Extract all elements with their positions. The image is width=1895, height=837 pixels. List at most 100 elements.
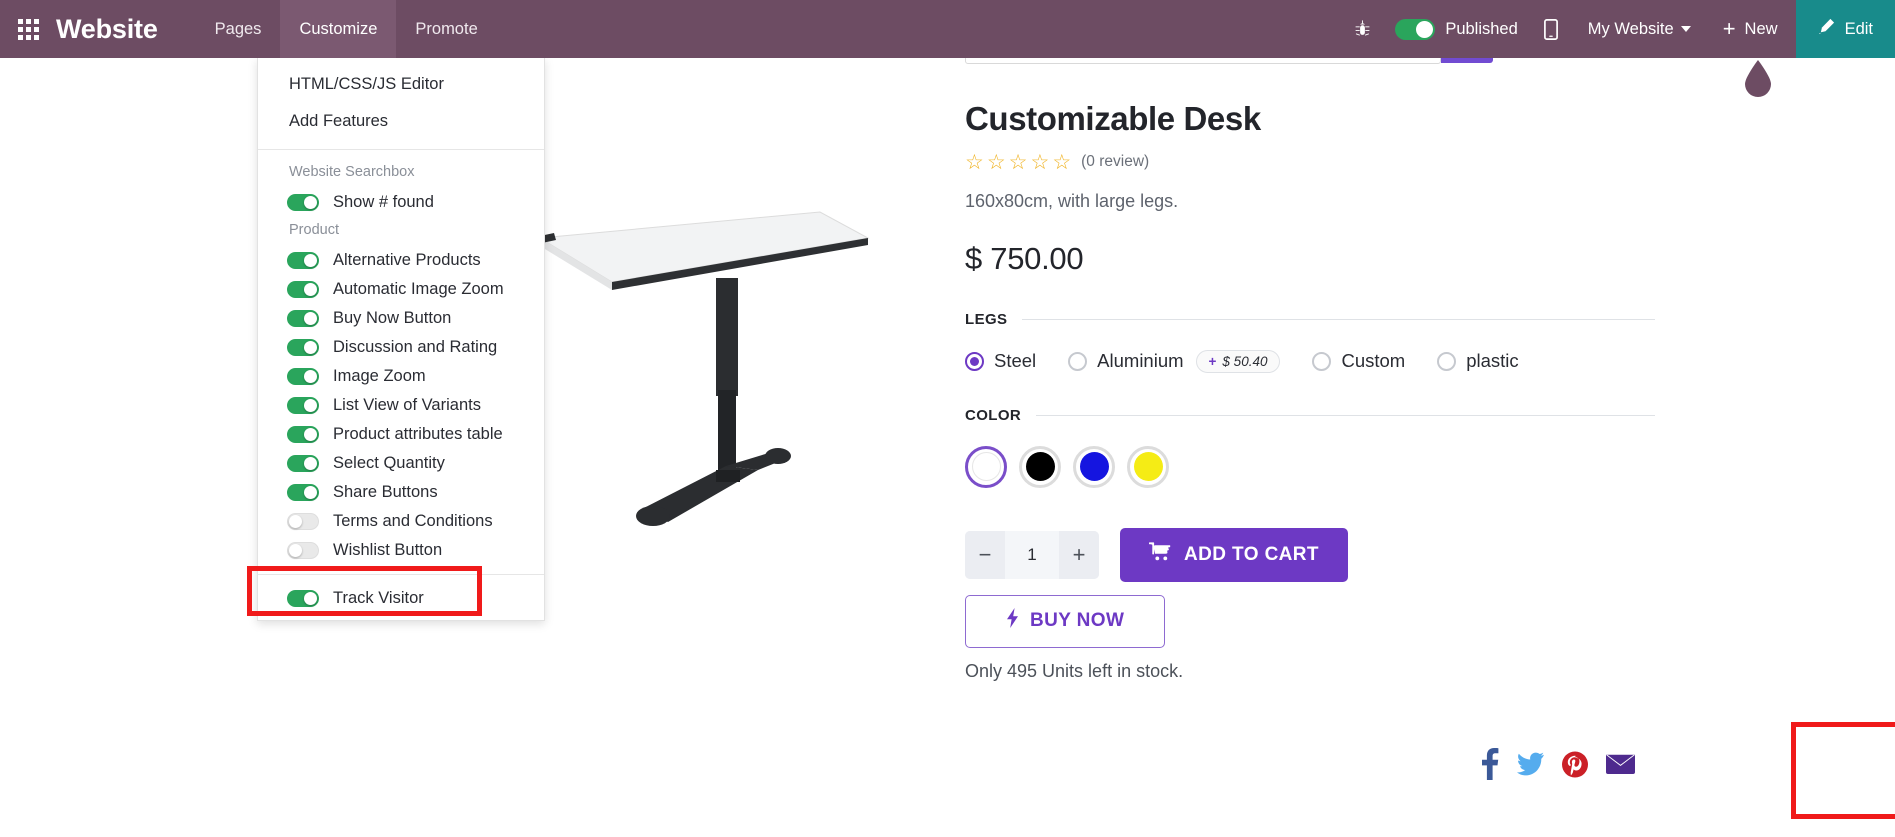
price-extra-aluminium: + $ 50.40 xyxy=(1195,349,1281,373)
menu-toggle-label: Terms and Conditions xyxy=(333,512,493,530)
menu-toggle-wishlist-button[interactable]: Wishlist Button xyxy=(258,536,544,565)
toggle-switch[interactable] xyxy=(287,281,319,298)
toggle-switch[interactable] xyxy=(287,339,319,356)
pinterest-icon[interactable] xyxy=(1562,751,1588,778)
quantity-increase-button[interactable]: + xyxy=(1059,530,1099,579)
radio-indicator[interactable] xyxy=(965,351,984,371)
star-rating[interactable]: ☆ ☆ ☆ ☆ ☆ xyxy=(965,152,1071,173)
facebook-icon[interactable] xyxy=(1480,748,1499,780)
page-title: Customizable Desk xyxy=(965,100,1261,137)
toggle-switch[interactable] xyxy=(287,252,319,269)
toggle-switch[interactable] xyxy=(287,513,319,530)
divider xyxy=(1022,318,1655,320)
radio-label: plastic xyxy=(1466,350,1519,372)
menu-toggle-buy-now-button[interactable]: Buy Now Button xyxy=(258,304,544,333)
menu-toggle-select-quantity[interactable]: Select Quantity xyxy=(258,449,544,478)
color-swatch-black[interactable] xyxy=(1019,445,1061,488)
email-icon[interactable] xyxy=(1606,752,1635,776)
menu-toggle-list-view-of-variants[interactable]: List View of Variants xyxy=(258,391,544,420)
menu-toggle-product-attributes-table[interactable]: Product attributes table xyxy=(258,420,544,449)
quantity-stepper[interactable]: − + xyxy=(965,530,1099,579)
mobile-preview-icon[interactable] xyxy=(1528,0,1574,58)
star-icon[interactable]: ☆ xyxy=(1052,152,1071,173)
menu-item-html-css-js-editor[interactable]: HTML/CSS/JS Editor xyxy=(258,66,544,103)
menu-toggle-image-zoom[interactable]: Image Zoom xyxy=(258,362,544,391)
star-icon[interactable]: ☆ xyxy=(1030,152,1049,173)
menu-divider-1 xyxy=(258,149,544,150)
menu-toggle-label: Automatic Image Zoom xyxy=(333,280,504,298)
toggle-switch[interactable] xyxy=(287,426,319,443)
menu-toggle-track-visitor[interactable]: Track Visitor xyxy=(258,584,544,620)
product-subtitle: 160x80cm, with large legs. xyxy=(965,190,1179,211)
menu-toggle-show-found[interactable]: Show # found xyxy=(258,188,544,217)
radio-indicator[interactable] xyxy=(1312,351,1332,371)
apps-grid-icon[interactable] xyxy=(0,0,56,58)
menu-toggle-label: Alternative Products xyxy=(333,251,481,269)
radio-option-custom[interactable]: Custom xyxy=(1312,350,1405,372)
toggle-switch[interactable] xyxy=(287,484,319,501)
color-swatch-blue[interactable] xyxy=(1073,445,1115,488)
toggle-switch[interactable] xyxy=(287,310,319,327)
toggle-switch[interactable] xyxy=(287,590,319,607)
toggle-switch[interactable] xyxy=(287,397,319,414)
star-icon[interactable]: ☆ xyxy=(1009,152,1028,173)
color-swatch-yellow[interactable] xyxy=(1127,445,1169,488)
edit-button[interactable]: Edit xyxy=(1795,0,1895,58)
menu-toggle-label: Discussion and Rating xyxy=(333,338,498,356)
my-website-label: My Website xyxy=(1587,19,1674,38)
new-label: New xyxy=(1744,19,1778,38)
radio-option-steel[interactable]: Steel xyxy=(965,350,1036,372)
review-count[interactable]: (0 review) xyxy=(1081,153,1149,171)
chevron-down-icon xyxy=(1680,26,1691,32)
quantity-input[interactable] xyxy=(1005,530,1059,579)
customize-dropdown-menu: HTML/CSS/JS Editor Add Features Website … xyxy=(257,58,545,621)
quantity-decrease-button[interactable]: − xyxy=(965,530,1005,579)
product-image-customizable-desk[interactable] xyxy=(520,170,940,570)
color-swatch-white[interactable] xyxy=(965,445,1007,488)
radio-option-plastic[interactable]: plastic xyxy=(1437,350,1519,372)
bug-icon[interactable] xyxy=(1340,0,1385,58)
nav-item-pages[interactable]: Pages xyxy=(196,0,281,58)
toggle-switch[interactable] xyxy=(287,368,319,385)
radio-indicator[interactable] xyxy=(1068,351,1088,371)
radio-label: Aluminium xyxy=(1097,350,1184,372)
radio-indicator[interactable] xyxy=(1437,351,1457,371)
menu-toggle-automatic-image-zoom[interactable]: Automatic Image Zoom xyxy=(258,275,544,304)
attribute-header-legs: LEGS xyxy=(965,311,1655,328)
menu-item-add-features[interactable]: Add Features xyxy=(258,103,544,140)
radio-label: Custom xyxy=(1341,350,1406,372)
publish-toggle[interactable]: Published xyxy=(1385,0,1527,58)
nav-item-promote[interactable]: Promote xyxy=(396,0,496,58)
menu-toggle-discussion-and-rating[interactable]: Discussion and Rating xyxy=(258,333,544,362)
attribute-name: LEGS xyxy=(965,310,1008,328)
buy-now-label: BUY NOW xyxy=(1030,610,1125,632)
star-icon[interactable]: ☆ xyxy=(965,152,984,173)
menu-toggle-label: Track Visitor xyxy=(333,589,424,607)
stock-status-text: Only 495 Units left in stock. xyxy=(965,660,1184,681)
menu-toggle-terms-and-conditions[interactable]: Terms and Conditions xyxy=(258,507,544,536)
app-brand-website[interactable]: Website xyxy=(56,14,196,45)
edit-label: Edit xyxy=(1844,19,1873,38)
plus-sign: + xyxy=(1208,353,1217,369)
new-button[interactable]: + New xyxy=(1705,0,1796,58)
radio-option-aluminium[interactable]: Aluminium xyxy=(1068,350,1184,372)
menu-toggle-label: Show # found xyxy=(333,193,434,211)
menu-divider-2 xyxy=(258,574,544,575)
toggle-switch[interactable] xyxy=(287,542,319,559)
menu-toggle-label: List View of Variants xyxy=(333,396,481,414)
toggle-switch[interactable] xyxy=(287,455,319,472)
toggle-switch[interactable] xyxy=(287,194,319,211)
my-website-dropdown[interactable]: My Website xyxy=(1574,0,1705,58)
social-share-buttons xyxy=(1480,748,1635,780)
menu-toggle-alternative-products[interactable]: Alternative Products xyxy=(258,246,544,275)
publish-label: Published xyxy=(1445,19,1518,38)
star-icon[interactable]: ☆ xyxy=(987,152,1006,173)
nav-item-customize[interactable]: Customize xyxy=(280,0,397,58)
add-to-cart-button[interactable]: ADD TO CART xyxy=(1120,527,1348,582)
shopping-cart-icon xyxy=(1149,542,1171,567)
buy-now-button[interactable]: BUY NOW xyxy=(965,594,1166,648)
menu-toggle-share-buttons[interactable]: Share Buttons xyxy=(258,478,544,507)
publish-switch[interactable] xyxy=(1395,18,1436,40)
menu-toggle-label: Buy Now Button xyxy=(333,309,452,327)
twitter-icon[interactable] xyxy=(1517,752,1544,776)
